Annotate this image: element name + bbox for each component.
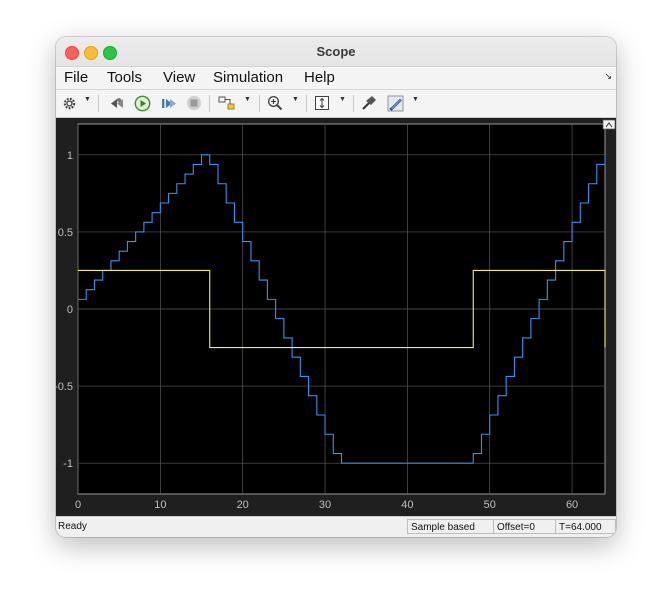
stop-icon[interactable] (185, 94, 203, 112)
scale-y-axis-icon[interactable] (313, 94, 331, 112)
y-tick-label: 0 (67, 304, 73, 316)
scope-display: 0 10 20 30 40 50 60 1 0.5 0 -0.5 -1 (56, 118, 616, 516)
menu-file[interactable]: File (64, 69, 88, 86)
menu-simulation[interactable]: Simulation (213, 69, 283, 86)
y-tick-label: 1 (67, 150, 73, 162)
x-tick-label: 20 (237, 499, 249, 511)
toolbar-separator (353, 95, 354, 112)
y-tick-label: 0.5 (58, 227, 73, 239)
menu-view[interactable]: View (163, 69, 195, 86)
run-icon[interactable] (133, 94, 151, 112)
step-forward-icon[interactable] (159, 94, 177, 112)
x-tick-label: 0 (75, 499, 81, 511)
toolbar: ▼ ▼ ▼ ▼ ▼ (56, 90, 616, 118)
toolbar-separator (306, 95, 307, 112)
x-tick-label: 50 (484, 499, 496, 511)
scope-window: Scope File Tools View Simulation Help ↘ … (56, 37, 616, 537)
menu-bar: File Tools View Simulation Help ↘ (56, 67, 616, 90)
maximize-axes-button[interactable] (602, 119, 616, 130)
status-time: T=64.000 (555, 519, 616, 534)
toolbar-separator (98, 95, 99, 112)
chevron-down-icon[interactable]: ▼ (244, 96, 251, 103)
gear-icon[interactable] (61, 94, 77, 112)
status-ready: Ready (58, 521, 87, 532)
chevron-down-icon[interactable]: ▼ (292, 96, 299, 103)
toolbar-separator (259, 95, 260, 112)
status-bar: Ready Sample based Offset=0 T=64.000 (56, 516, 616, 537)
title-bar: Scope (56, 37, 616, 67)
status-offset: Offset=0 (493, 519, 555, 534)
x-tick-label: 40 (401, 499, 413, 511)
menu-help[interactable]: Help (304, 69, 335, 86)
toolbar-separator (209, 95, 210, 112)
chevron-down-icon[interactable]: ▼ (84, 96, 91, 103)
x-tick-label: 10 (154, 499, 166, 511)
zoom-in-icon[interactable] (266, 94, 284, 112)
chevron-down-icon[interactable]: ▼ (339, 96, 346, 103)
y-tick-label: -1 (63, 458, 73, 470)
undock-arrow-icon[interactable]: ↘ (604, 71, 612, 82)
status-sample-mode: Sample based (407, 519, 493, 534)
window-title: Scope (316, 44, 356, 59)
y-tick-label: -0.5 (56, 381, 73, 393)
highlight-block-icon[interactable] (218, 94, 236, 112)
scope-plot[interactable]: 0 10 20 30 40 50 60 1 0.5 0 -0.5 -1 (56, 118, 616, 516)
chevron-down-icon[interactable]: ▼ (412, 96, 419, 103)
step-back-icon[interactable] (108, 94, 126, 112)
signal-selector-icon[interactable] (360, 94, 378, 112)
menu-tools[interactable]: Tools (107, 69, 142, 86)
style-icon[interactable] (386, 94, 405, 112)
x-tick-label: 60 (566, 499, 578, 511)
x-tick-label: 30 (319, 499, 331, 511)
